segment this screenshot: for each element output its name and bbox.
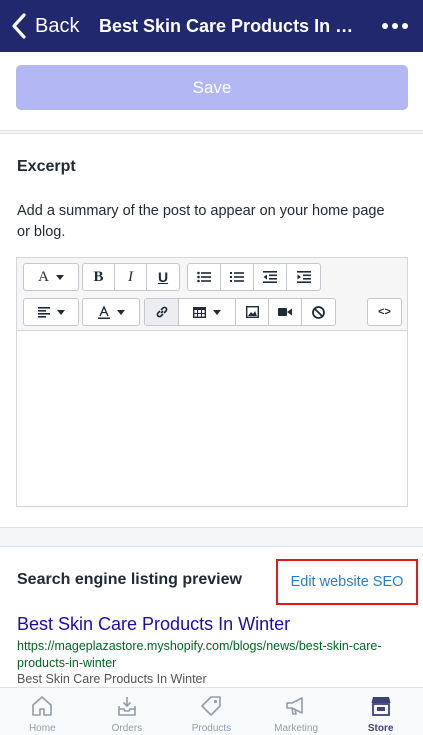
preview-title: Best Skin Care Products In Winter <box>17 614 291 634</box>
html-source-button[interactable]: <> <box>368 299 401 325</box>
preview-description: Best Skin Care Products In Winter <box>17 672 207 686</box>
insert-link-button[interactable] <box>145 299 179 325</box>
orders-icon <box>118 697 136 716</box>
link-icon <box>156 306 167 318</box>
chevron-down-icon <box>56 309 65 315</box>
tab-label: Marketing <box>274 723 319 734</box>
dot <box>382 23 388 29</box>
tab-store[interactable]: Store <box>338 688 423 735</box>
tag-icon <box>201 696 222 716</box>
editor-toolbar: A B I U <> <box>17 258 407 331</box>
text-color-icon <box>97 305 110 319</box>
tab-home[interactable]: Home <box>0 688 85 735</box>
excerpt-card: Excerpt Add a summary of the post to app… <box>0 133 423 528</box>
home-icon <box>32 696 53 716</box>
seo-preview-card: Search engine listing preview Edit websi… <box>0 546 423 687</box>
preview-url: https://mageplazastore.myshopify.com/blo… <box>17 639 382 670</box>
bottom-tab-bar: Home Orders Products Marketing Store <box>0 687 423 735</box>
image-icon <box>245 306 259 318</box>
insert-table-dropdown[interactable] <box>179 299 236 325</box>
text-color-group <box>82 298 140 326</box>
more-options-button[interactable] <box>375 12 415 40</box>
alignment-group <box>23 298 79 326</box>
tab-label: Products <box>191 723 232 734</box>
save-area: Save <box>0 52 423 131</box>
font-label: A <box>38 268 49 285</box>
insert-group <box>144 298 336 326</box>
insert-video-button[interactable] <box>269 299 302 325</box>
seo-heading: Search engine listing preview <box>17 571 242 588</box>
clear-formatting-button[interactable] <box>302 299 335 325</box>
outdent-button[interactable] <box>254 264 287 290</box>
dot <box>402 23 408 29</box>
list-group <box>187 263 321 291</box>
editor-content-area[interactable] <box>17 332 407 506</box>
source-group: <> <box>367 298 402 326</box>
save-button[interactable]: Save <box>16 65 408 110</box>
tab-orders[interactable]: Orders <box>85 688 170 735</box>
underline-button[interactable]: U <box>147 264 179 290</box>
clear-formatting-icon <box>312 305 325 319</box>
store-icon <box>371 697 391 716</box>
chevron-down-icon <box>55 274 64 280</box>
bullet-list-icon <box>197 271 211 283</box>
bulleted-list-button[interactable] <box>188 264 221 290</box>
tab-label: Home <box>28 723 56 734</box>
chevron-down-icon <box>213 309 221 315</box>
indent-icon <box>296 271 311 283</box>
indent-button[interactable] <box>287 264 320 290</box>
top-navbar: Back Best Skin Care Products In Winter <box>0 0 423 52</box>
font-group: A <box>23 263 79 291</box>
outdent-icon <box>263 271 277 283</box>
tab-label: Store <box>367 723 394 734</box>
insert-image-button[interactable] <box>236 299 269 325</box>
align-left-icon <box>37 306 50 318</box>
dot <box>392 23 398 29</box>
back-label: Back <box>35 14 80 37</box>
rich-text-editor: A B I U <> <box>16 257 408 507</box>
alignment-dropdown[interactable] <box>24 299 78 325</box>
edit-website-seo-link[interactable]: Edit website SEO <box>291 574 404 590</box>
back-button[interactable]: Back <box>0 0 79 52</box>
chevron-down-icon <box>116 309 125 315</box>
tab-marketing[interactable]: Marketing <box>254 688 339 735</box>
megaphone-icon <box>286 697 303 715</box>
text-color-dropdown[interactable] <box>83 299 139 325</box>
font-style-dropdown[interactable]: A <box>24 264 78 290</box>
tab-products[interactable]: Products <box>169 688 254 735</box>
excerpt-heading: Excerpt <box>17 158 76 175</box>
page-title: Best Skin Care Products In Winter <box>99 15 364 36</box>
bold-button[interactable]: B <box>83 264 115 290</box>
seo-link-highlight: Edit website SEO <box>276 559 418 605</box>
video-camera-icon <box>278 308 292 316</box>
excerpt-description: Add a summary of the post to appear on y… <box>17 203 385 240</box>
numbered-list-button[interactable] <box>221 264 254 290</box>
app: Back Best Skin Care Products In Winter S… <box>0 0 423 735</box>
italic-button[interactable]: I <box>115 264 147 290</box>
chevron-left-icon <box>12 13 26 39</box>
tab-label: Orders <box>111 723 143 734</box>
table-icon <box>193 306 206 318</box>
numbered-list-icon <box>230 272 244 282</box>
text-format-group: B I U <box>82 263 180 291</box>
